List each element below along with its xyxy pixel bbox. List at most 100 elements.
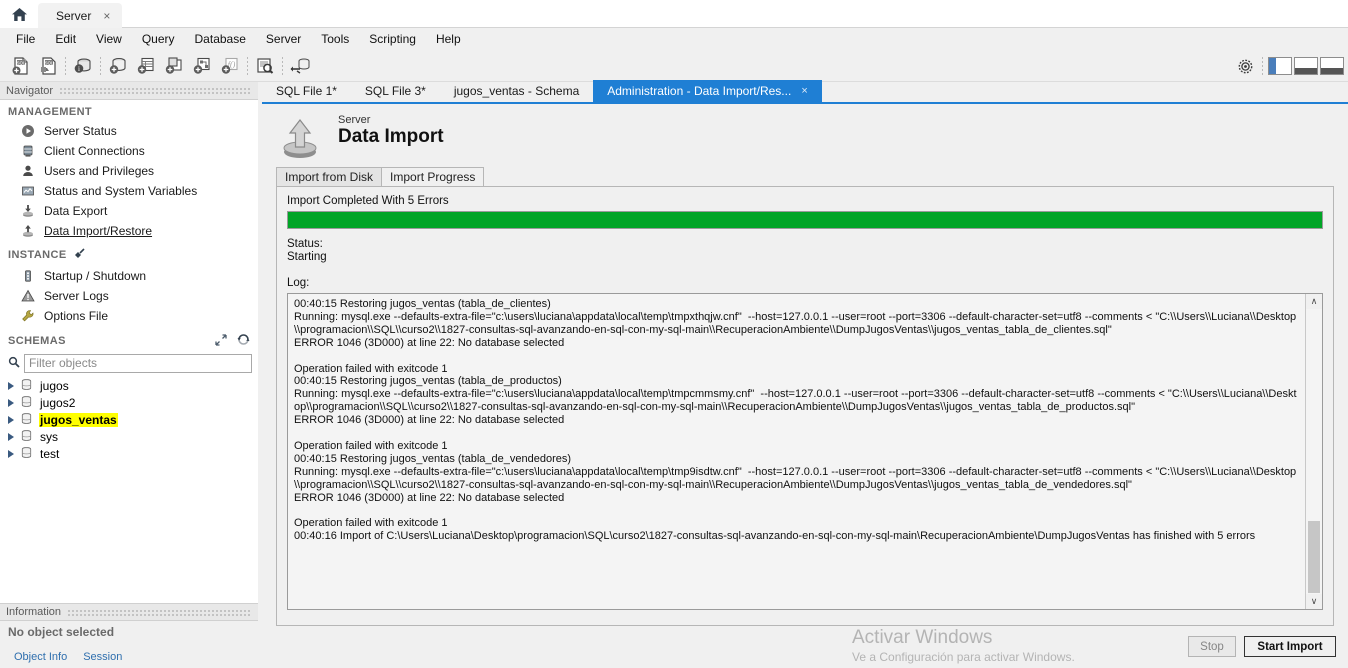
sidebar-item-server-status[interactable]: Server Status [0,121,258,141]
navigator-title: Navigator [6,84,54,97]
sidebar-item-options-file[interactable]: Options File [0,306,258,326]
schema-item-jugos-ventas[interactable]: jugos_ventas [0,411,258,428]
tab-sql-file-3[interactable]: SQL File 3* [351,80,440,102]
navigator-body: MANAGEMENT Server Status Client Connecti… [0,100,258,603]
open-sql-file-icon[interactable]: SQL [34,53,62,79]
instance-plug-icon [73,247,86,263]
menu-item-help[interactable]: Help [426,29,471,49]
log-output-box[interactable]: 00:40:15 Restoring jugos_ventas (tabla_d… [287,293,1323,610]
connection-info-icon[interactable]: i [69,53,97,79]
information-header: Information [0,603,258,621]
sidebar-item-client-connections[interactable]: Client Connections [0,141,258,161]
sidebar-item-label: Data Export [44,204,108,218]
chevron-right-icon[interactable] [8,398,14,407]
start-import-button[interactable]: Start Import [1244,636,1336,657]
management-section-title: MANAGEMENT [8,106,93,118]
filter-objects-input[interactable]: Filter objects [24,354,252,373]
tab-object-info[interactable]: Object Info [6,649,75,665]
schema-name: sys [40,429,58,444]
schemas-header: SCHEMAS [0,326,258,352]
schema-item-sys[interactable]: sys [0,428,258,445]
status-variables-icon [20,183,36,199]
sidebar-item-label: Client Connections [44,144,145,158]
schema-filter-row: Filter objects [0,352,258,377]
menu-item-edit[interactable]: Edit [45,29,86,49]
tab-session[interactable]: Session [75,649,130,665]
schema-item-jugos[interactable]: jugos [0,377,258,394]
sidebar-item-label: Data Import/Restore [44,224,153,238]
watermark-line-2: Ve a Configuración para activar Windows. [852,650,1075,664]
watermark-line-1: Activar Windows [852,627,993,648]
tab-import-from-disk[interactable]: Import from Disk [276,167,383,186]
schema-item-jugos2[interactable]: jugos2 [0,394,258,411]
log-text: 00:40:15 Restoring jugos_ventas (tabla_d… [294,298,1297,543]
startup-shutdown-icon [20,268,36,284]
information-tabs: Object Info Session [0,649,258,665]
inspector-icon[interactable] [251,53,279,79]
scrollbar-track[interactable] [1306,309,1322,594]
scroll-up-icon[interactable]: ∧ [1306,294,1322,309]
instance-title-text: INSTANCE [8,249,67,261]
chevron-right-icon[interactable] [8,449,14,458]
tab-jugos-ventas-schema[interactable]: jugos_ventas - Schema [440,80,593,102]
sidebar-item-data-export[interactable]: Data Export [0,201,258,221]
tab-administration-data-import[interactable]: Administration - Data Import/Res... × [593,80,822,102]
information-panel: Information No object selected Object In… [0,603,258,668]
menu-item-tools[interactable]: Tools [311,29,359,49]
new-sql-file-icon[interactable]: SQL [6,53,34,79]
menu-item-database[interactable]: Database [185,29,256,49]
server-tab[interactable]: Server × [38,3,123,28]
import-status-title: Import Completed With 5 Errors [287,195,449,207]
sidebar-item-label: Server Logs [44,289,109,303]
search-icon [8,356,20,371]
toolbar-separator [247,56,248,75]
menu-item-view[interactable]: View [86,29,132,49]
sidebar-item-users-privileges[interactable]: Users and Privileges [0,161,258,181]
settings-icon[interactable] [1231,53,1259,79]
home-tab[interactable] [0,0,38,28]
sidebar-item-label: Startup / Shutdown [44,269,147,283]
new-schema-icon[interactable] [104,53,132,79]
information-body: No object selected [0,621,258,649]
menu-item-scripting[interactable]: Scripting [359,29,426,49]
tab-import-progress[interactable]: Import Progress [381,167,485,186]
toggle-secondary-icon[interactable] [1320,57,1344,75]
sidebar-item-data-import-restore[interactable]: Data Import/Restore [0,221,258,241]
chevron-right-icon[interactable] [8,381,14,390]
scrollbar-thumb[interactable] [1308,521,1320,593]
schema-item-test[interactable]: test [0,445,258,462]
new-function-icon[interactable]: f() [216,53,244,79]
chevron-right-icon[interactable] [8,415,14,424]
menu-item-query[interactable]: Query [132,29,185,49]
close-icon[interactable]: × [103,9,110,23]
menu-item-file[interactable]: File [6,29,45,49]
page-supertitle: Server [338,114,371,126]
sidebar-item-label: Users and Privileges [44,164,155,178]
menu-item-server[interactable]: Server [256,29,311,49]
chevron-right-icon[interactable] [8,432,14,441]
import-footer: Activar Windows Ve a Configuración para … [262,618,1348,668]
page-title: Data Import [338,126,444,147]
server-status-icon [20,123,36,139]
refresh-icon[interactable] [237,333,250,349]
tab-sql-file-1[interactable]: SQL File 1* [262,80,351,102]
scroll-down-icon[interactable]: ∨ [1306,594,1322,609]
toolbar-separator [1262,57,1263,75]
svg-text:SQL: SQL [45,60,54,65]
log-scrollbar[interactable]: ∧ ∨ [1305,294,1322,609]
toggle-output-icon[interactable] [1294,57,1318,75]
sidebar-item-startup-shutdown[interactable]: Startup / Shutdown [0,266,258,286]
close-icon[interactable]: × [801,85,807,97]
new-view-icon[interactable] [160,53,188,79]
sidebar-item-status-variables[interactable]: Status and System Variables [0,181,258,201]
sidebar-item-server-logs[interactable]: Server Logs [0,286,258,306]
status-label: Status: [287,238,323,250]
toggle-sidebar-icon[interactable] [1268,57,1292,75]
stop-button[interactable]: Stop [1188,636,1236,657]
progress-bar [287,211,1323,229]
reconnect-icon[interactable] [286,53,314,79]
database-icon [20,378,33,394]
new-table-icon[interactable] [132,53,160,79]
new-routine-icon[interactable] [188,53,216,79]
expand-all-icon[interactable] [215,333,227,349]
